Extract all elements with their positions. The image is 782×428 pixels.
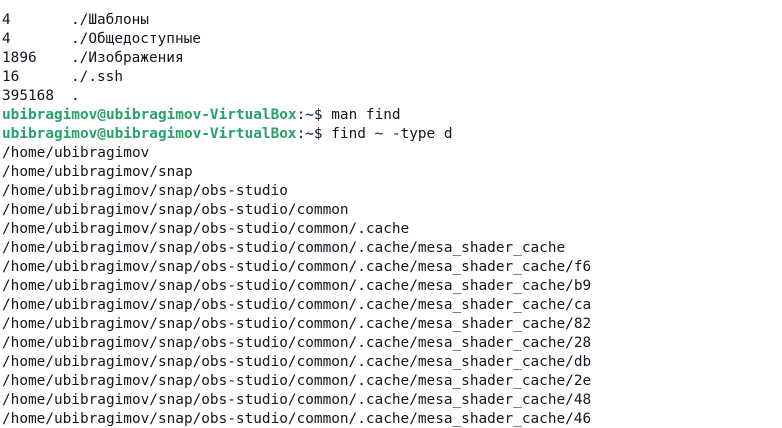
terminal-output[interactable]: 4 ./Шаблоны 4 ./Общедоступные 1896 ./Изобра… [0, 0, 782, 428]
find-output-line: /home/ubibragimov/snap/obs-studio/common… [2, 411, 592, 427]
prompt-command: find ~ -type d [331, 126, 453, 142]
du-output-line: 1896 ./Изображения [2, 49, 782, 68]
prompt-path: ~ [305, 107, 314, 123]
find-output-line: /home/ubibragimov/snap/obs-studio/common… [2, 221, 410, 237]
du-path: . [71, 88, 80, 104]
find-output-line: /home/ubibragimov/snap/obs-studio/common… [2, 354, 592, 370]
find-output-line: /home/ubibragimov/snap/obs-studio/common… [2, 259, 592, 275]
du-output-line: 395168. [2, 87, 782, 106]
du-size: 4 [2, 31, 11, 47]
prompt-command: man find [331, 107, 401, 123]
prompt-user-host: ubibragimov@ubibragimov-VirtualBox [2, 126, 297, 142]
du-size: 395168 [2, 88, 54, 104]
find-output-line: /home/ubibragimov/snap/obs-studio/common [2, 202, 349, 218]
find-output-line: /home/ubibragimov/snap [2, 164, 193, 180]
find-output-line: /home/ubibragimov/snap/obs-studio/common… [2, 335, 592, 351]
find-output-line: /home/ubibragimov/snap/obs-studio/common… [2, 392, 592, 408]
du-size: 1896 [2, 50, 37, 66]
find-output-line: /home/ubibragimov/snap/obs-studio/common… [2, 278, 592, 294]
find-output-line: /home/ubibragimov/snap/obs-studio/common… [2, 297, 592, 313]
find-output-line: /home/ubibragimov/snap/obs-studio/common… [2, 316, 592, 332]
du-output-line: 4 ./Общедоступные [2, 30, 782, 49]
find-output-line: /home/ubibragimov/snap/obs-studio/common… [2, 240, 566, 256]
prompt-path: ~ [305, 126, 314, 142]
find-output-line: /home/ubibragimov/snap/obs-studio [2, 183, 288, 199]
prompt-line: ubibragimov@ubibragimov-VirtualBox:~$ fi… [2, 125, 782, 144]
prompt-colon: : [296, 107, 306, 123]
du-path: ./Изображения [71, 50, 184, 66]
prompt-user-host: ubibragimov@ubibragimov-VirtualBox [2, 107, 297, 123]
du-output-line: 16 ./.ssh [2, 68, 782, 87]
du-output-line: 4 ./Шаблоны [2, 11, 782, 30]
du-path: ./Общедоступные [71, 31, 201, 47]
du-size: 4 [2, 12, 11, 28]
find-output-line: /home/ubibragimov [2, 145, 150, 161]
du-size: 16 [2, 69, 20, 85]
prompt-symbol: $ [313, 107, 332, 123]
du-path: ./.ssh [71, 69, 123, 85]
prompt-symbol: $ [313, 126, 332, 142]
prompt-line: ubibragimov@ubibragimov-VirtualBox:~$ ma… [2, 106, 782, 125]
find-output-line: /home/ubibragimov/snap/obs-studio/common… [2, 373, 592, 389]
du-path: ./Шаблоны [71, 12, 149, 28]
prompt-colon: : [296, 126, 306, 142]
